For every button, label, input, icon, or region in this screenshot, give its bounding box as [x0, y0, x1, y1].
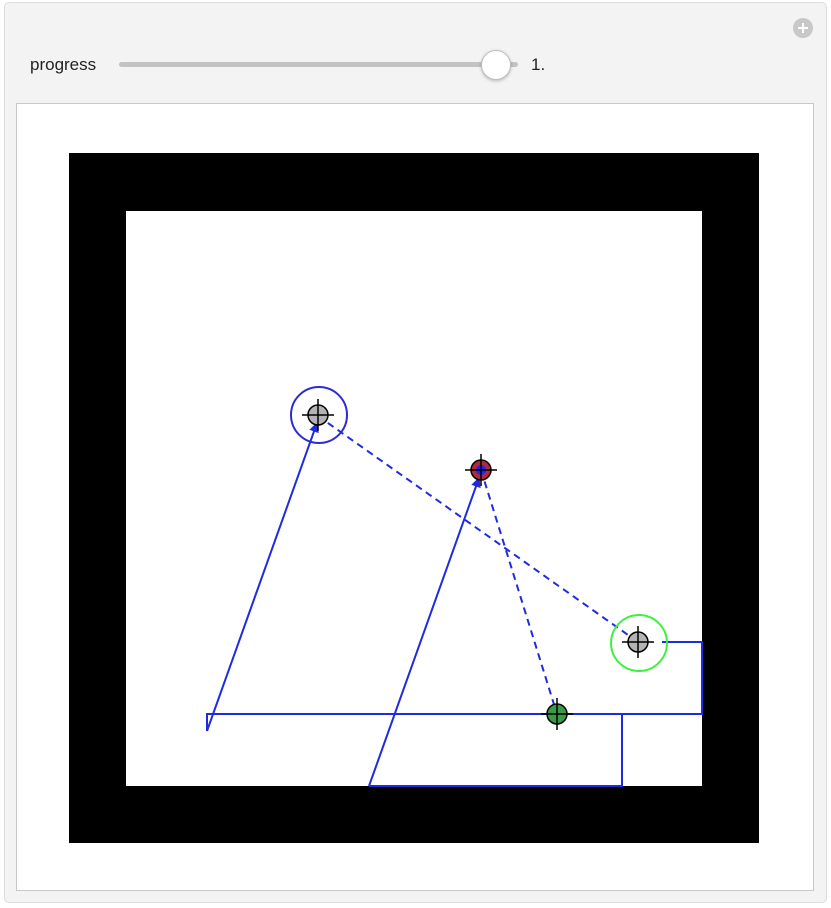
dashed-line-green — [480, 469, 558, 715]
crosshair-icon — [541, 698, 573, 730]
path-segment-right — [369, 714, 623, 787]
arena-frame — [69, 153, 759, 843]
target-center-red[interactable] — [465, 454, 497, 486]
crosshair-icon — [465, 454, 497, 486]
target-right-gray[interactable] — [622, 626, 654, 658]
target-upper-left[interactable] — [302, 399, 334, 431]
crosshair-icon — [622, 626, 654, 658]
path-arrow-right — [368, 477, 481, 787]
robot-path — [206, 422, 703, 787]
path-arrow-left — [206, 422, 319, 732]
scene-graphics — [69, 153, 759, 843]
target-bottom-green[interactable] — [541, 698, 573, 730]
crosshair-icon — [302, 399, 334, 431]
dashed-line-gray — [317, 415, 639, 643]
path-segment-left — [206, 641, 703, 731]
